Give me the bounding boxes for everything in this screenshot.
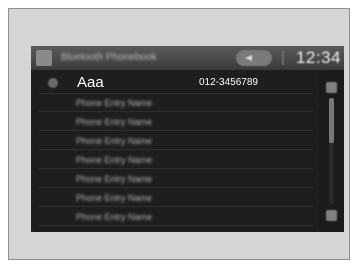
scroll-track[interactable] [329,98,334,204]
list-scrollbar[interactable] [319,70,344,232]
scroll-up-icon[interactable] [326,82,337,93]
list-item[interactable]: Phone Entry Name [31,208,317,226]
previous-button[interactable] [236,50,272,66]
back-icon[interactable] [36,50,52,66]
scroll-down-icon[interactable] [326,210,337,221]
list-item[interactable]: Phone Entry Name [31,94,317,112]
contact-name: Phone Entry Name [76,155,153,165]
contact-name: Aaa [77,74,104,91]
list-item-selected[interactable]: Aaa 012-3456789 [31,70,317,94]
contact-name: Phone Entry Name [76,117,153,127]
contact-name: Phone Entry Name [76,212,153,222]
row-divider [39,187,313,188]
row-divider [39,130,313,131]
row-divider [39,111,313,112]
contact-dot-icon [48,78,58,88]
list-item[interactable]: Phone Entry Name [31,113,317,131]
contact-name: Phone Entry Name [76,136,153,146]
contact-name: Phone Entry Name [76,174,153,184]
header-divider [282,51,284,65]
row-divider [39,206,313,207]
contact-number: 012-3456789 [199,77,258,88]
list-item[interactable]: Phone Entry Name [31,189,317,207]
row-divider [39,168,313,169]
list-item[interactable]: Phone Entry Name [31,151,317,169]
list-item[interactable]: Phone Entry Name [31,132,317,150]
row-divider [39,225,313,226]
scroll-thumb[interactable] [329,98,334,143]
row-divider [39,149,313,150]
list-item[interactable]: Phone Entry Name [31,170,317,188]
screen-title: Bluetooth Phonebook [61,52,157,63]
clock: 12:34 [295,48,341,67]
contact-list: Aaa 012-3456789 Phone Entry Name Phone E… [31,70,317,232]
contact-name: Phone Entry Name [76,193,153,203]
phonebook-screen: Bluetooth Phonebook 12:34 Aaa 012-345678… [31,46,344,232]
header-bar: Bluetooth Phonebook 12:34 [31,46,344,70]
contact-name: Phone Entry Name [76,98,153,108]
